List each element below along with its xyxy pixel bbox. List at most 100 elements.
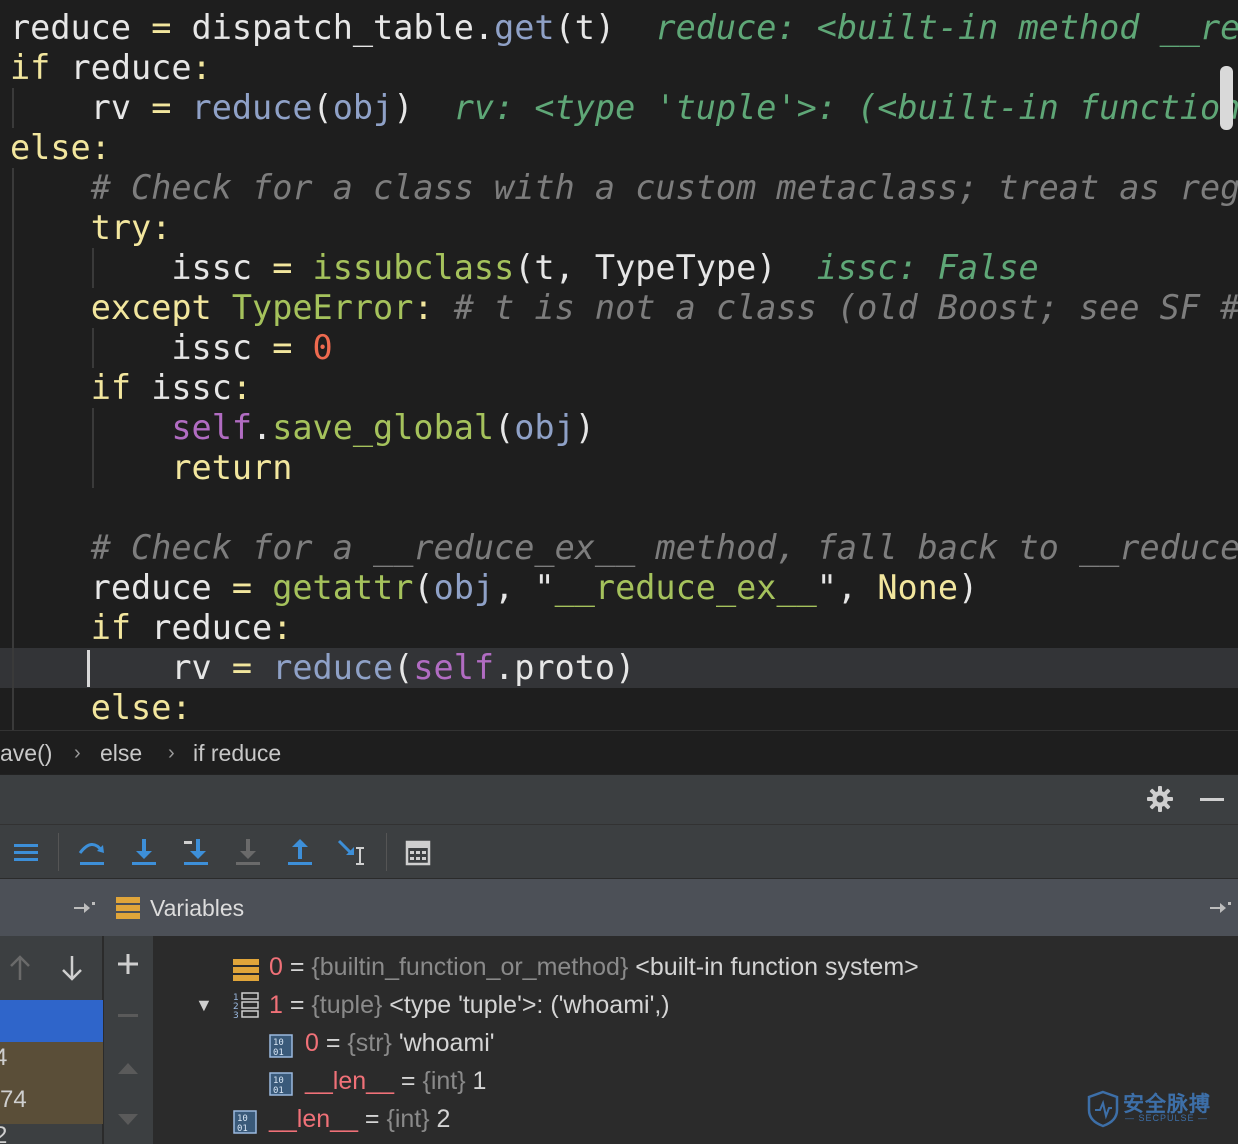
svg-text:10: 10 [237, 1114, 248, 1124]
frame-item-label: 4 [0, 1044, 8, 1071]
breadcrumb-item[interactable]: if reduce [193, 731, 281, 775]
svg-text:3: 3 [233, 1011, 239, 1019]
variable-row[interactable]: ▼ 1 2 3 1 = {tuple} <type 'tuple'>: ('whoami… [155, 986, 1238, 1024]
add-watch-icon[interactable] [116, 952, 140, 976]
pin-arrow-icon[interactable] [1208, 899, 1234, 917]
editor-scrollbar[interactable] [1220, 66, 1233, 130]
code-line[interactable]: try: [0, 208, 1238, 248]
indent-guide [92, 328, 94, 368]
code-line[interactable]: else: [0, 688, 1238, 728]
code-token: issc [151, 368, 232, 407]
step-over-icon[interactable] [72, 833, 112, 873]
code-line[interactable]: issc = issubclass(t, TypeType) issc: Fal… [0, 248, 1238, 288]
move-down-icon[interactable] [116, 1112, 140, 1128]
code-line[interactable]: issc = 0 [0, 328, 1238, 368]
code-token: self [413, 648, 495, 687]
gear-icon[interactable] [1146, 785, 1174, 813]
step-into-icon[interactable] [124, 833, 164, 873]
remove-watch-icon[interactable] [118, 1014, 138, 1017]
pin-arrow-icon[interactable] [72, 899, 98, 917]
inline-value-hint: issc: False [816, 248, 1039, 287]
code-token: else: [90, 688, 192, 727]
arrow-up-icon[interactable] [8, 954, 32, 982]
code-line[interactable]: # Check for a class with a custom metacl… [0, 168, 1238, 208]
code-token: " [816, 568, 837, 607]
equals-sign: = [357, 1105, 387, 1133]
code-token: self [171, 408, 253, 447]
evaluate-expression-icon[interactable] [398, 833, 438, 873]
code-line[interactable] [0, 488, 1238, 528]
code-token: , [836, 568, 878, 607]
code-token: except [90, 288, 232, 327]
code-line[interactable]: except TypeError: # t is not a class (ol… [0, 288, 1238, 328]
code-line[interactable]: self.save_global(obj) [0, 408, 1238, 448]
code-token: .proto) [494, 648, 636, 687]
code-token: : [191, 48, 212, 87]
chevron-down-icon[interactable]: ▼ [195, 986, 213, 1024]
svg-text:01: 01 [237, 1124, 248, 1134]
step-into-my-code-icon[interactable] [176, 833, 216, 873]
equals-sign: = [282, 953, 312, 981]
variables-tree[interactable]: 0 = {builtin_function_or_method} <built-… [155, 936, 1238, 1144]
variable-row[interactable]: 10 01 __len__ = {int} 2 [155, 1100, 1238, 1138]
equals-sign: = [282, 991, 312, 1019]
code-line[interactable]: if reduce: [0, 48, 1238, 88]
variable-row[interactable]: 0 = {builtin_function_or_method} <built-… [155, 948, 1238, 986]
code-comment: # Check for a class with a custom metacl… [90, 168, 1238, 207]
code-token: getattr [272, 568, 414, 607]
variable-type: {int} [422, 1067, 466, 1095]
code-line[interactable]: reduce = dispatch_table.get(t) reduce: <… [0, 8, 1238, 48]
code-token: . [252, 408, 273, 447]
code-editor[interactable]: reduce = dispatch_table.get(t) reduce: <… [0, 0, 1238, 730]
code-line[interactable]: rv = reduce(obj) rv: <type 'tuple'>: (<b… [0, 88, 1238, 128]
code-token: = [272, 328, 313, 367]
code-line-current[interactable]: rv = reduce(self.proto) [0, 648, 1238, 688]
frame-item-label: 2 [0, 1122, 8, 1144]
toolbar-divider [58, 833, 59, 871]
code-line[interactable]: return [0, 448, 1238, 488]
variable-value: 'whoami' [398, 1029, 495, 1057]
code-token: TypeError [231, 288, 414, 327]
code-line[interactable]: if issc: [0, 368, 1238, 408]
code-token: if [10, 48, 71, 87]
variable-row[interactable]: 10 01 __len__ = {int} 1 [155, 1062, 1238, 1100]
code-token: ( [312, 88, 333, 127]
arrow-down-icon[interactable] [60, 954, 84, 982]
code-token: try: [90, 208, 172, 247]
variable-type: {tuple} [311, 991, 383, 1019]
code-token: reduce [10, 568, 232, 607]
breadcrumb-item[interactable]: else [100, 731, 142, 775]
code-line[interactable]: if reduce: [0, 608, 1238, 648]
step-out-icon[interactable] [280, 833, 320, 873]
code-token: issc [10, 248, 273, 287]
frame-item-selected[interactable] [0, 1000, 103, 1042]
watermark-logo: 安全脉搏 — SECPULSE — [1087, 1086, 1237, 1132]
variables-icon [116, 897, 140, 919]
show-execution-point-icon[interactable] [6, 833, 46, 873]
breadcrumb-item[interactable]: ave() [0, 731, 52, 775]
code-token: : [413, 288, 454, 327]
code-line[interactable]: # Check for a __reduce_ex__ method, fall… [0, 528, 1238, 568]
run-to-cursor-icon[interactable] [332, 833, 372, 873]
force-step-into-icon[interactable] [228, 833, 268, 873]
code-line[interactable]: else: [0, 128, 1238, 168]
frames-list[interactable]: 4 74 2 [0, 936, 103, 1144]
code-comment: # Check for a __reduce_ex__ method, fall… [90, 528, 1238, 567]
code-token: ( [393, 648, 414, 687]
code-token: , [494, 568, 535, 607]
code-token: if [90, 608, 152, 647]
code-line[interactable]: reduce = getattr(obj, "__reduce_ex__", N… [0, 568, 1238, 608]
code-token: reduce [70, 48, 192, 87]
minimize-icon[interactable] [1200, 798, 1224, 801]
code-token: issubclass [312, 248, 515, 287]
svg-text:10: 10 [273, 1038, 284, 1048]
code-token: ( [413, 568, 434, 607]
move-up-icon[interactable] [116, 1060, 140, 1076]
variable-row[interactable]: 10 01 0 = {str} 'whoami' [155, 1024, 1238, 1062]
indent-guide [92, 248, 94, 288]
chevron-right-icon: › [168, 742, 175, 764]
variable-type: {builtin_function_or_method} [311, 953, 629, 981]
